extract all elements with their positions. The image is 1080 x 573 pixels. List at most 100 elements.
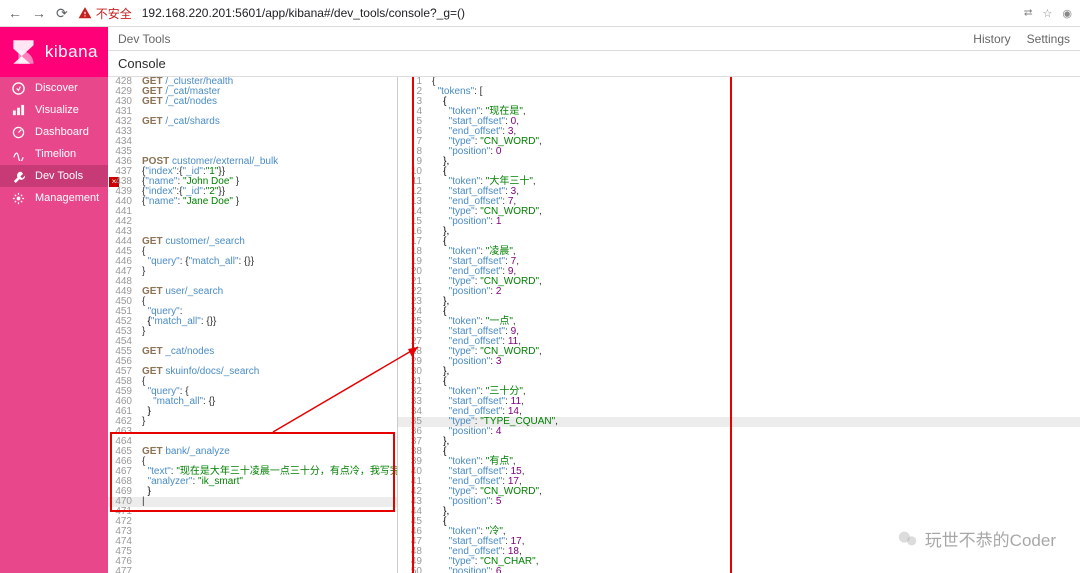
code-line[interactable]: },	[432, 367, 1080, 377]
code-line[interactable]: {	[432, 307, 1080, 317]
code-line[interactable]: "type": "CN_WORD",	[432, 207, 1080, 217]
warning-icon	[78, 6, 92, 20]
code-line[interactable]: }	[142, 407, 397, 417]
code-line[interactable]: "match_all": {}	[142, 397, 397, 407]
code-line[interactable]: GET _cat/nodes	[142, 347, 397, 357]
code-line[interactable]	[142, 517, 397, 527]
code-line[interactable]	[142, 557, 397, 567]
sidebar-item-visualize[interactable]: Visualize	[0, 99, 108, 121]
code-line[interactable]: GET user/_search	[142, 287, 397, 297]
dev-tools-topbar: Dev Tools History Settings	[108, 27, 1080, 51]
code-line[interactable]: "position": 2	[432, 287, 1080, 297]
sidebar-item-label: Discover	[35, 82, 78, 94]
settings-link[interactable]: Settings	[1027, 32, 1070, 46]
translate-icon[interactable]: ⮂	[1024, 7, 1033, 20]
code-line[interactable]: {	[432, 447, 1080, 457]
sidebar-item-discover[interactable]: Discover	[0, 77, 108, 99]
code-line[interactable]	[142, 427, 397, 437]
code-line[interactable]	[142, 127, 397, 137]
kibana-sidebar: kibana Discover VisualizeDashboardTimelio…	[0, 27, 108, 573]
code-line[interactable]: }	[142, 267, 397, 277]
code-line[interactable]: |	[142, 497, 397, 507]
code-line[interactable]	[142, 527, 397, 537]
code-line[interactable]: "token": "一点",	[432, 317, 1080, 327]
nav-icon	[12, 104, 25, 117]
code-line[interactable]: "position": 3	[432, 357, 1080, 367]
code-line[interactable]: "position": 5	[432, 497, 1080, 507]
code-line[interactable]	[142, 137, 397, 147]
wechat-icon	[897, 528, 919, 550]
reload-button[interactable]: ⟳	[56, 5, 68, 22]
code-line[interactable]: "start_offset": 9,	[432, 327, 1080, 337]
code-line[interactable]: },	[432, 157, 1080, 167]
code-line[interactable]: {	[432, 97, 1080, 107]
sidebar-item-dashboard[interactable]: Dashboard	[0, 121, 108, 143]
code-line[interactable]: {"match_all": {}}	[142, 317, 397, 327]
page-title: Dev Tools	[118, 32, 170, 46]
code-line[interactable]: "position": 0	[432, 147, 1080, 157]
forward-button[interactable]: →	[32, 5, 46, 21]
code-line[interactable]: "token": "现在是",	[432, 107, 1080, 117]
address-bar[interactable]: 192.168.220.201:5601/app/kibana#/dev_too…	[142, 6, 465, 20]
sidebar-item-label: Management	[35, 192, 99, 204]
code-line[interactable]: "query": {"match_all": {}}	[142, 257, 397, 267]
nav-icon	[12, 82, 25, 95]
code-line[interactable]: "start_offset": 3,	[432, 187, 1080, 197]
code-line[interactable]: "type": "CN_WORD",	[432, 347, 1080, 357]
code-line[interactable]	[142, 537, 397, 547]
code-line[interactable]: GET skuinfo/docs/_search	[142, 367, 397, 377]
code-line[interactable]: "type": "TYPE_CQUAN",	[432, 417, 1080, 427]
code-line[interactable]: "token": "有点",	[432, 457, 1080, 467]
sidebar-item-dev-tools[interactable]: Dev Tools	[0, 165, 108, 187]
code-line[interactable]: {"name": "Jane Doe" }	[142, 197, 397, 207]
response-viewer[interactable]: 1234567891011121314151617181920212223242…	[398, 77, 1080, 573]
code-line[interactable]: "type": "CN_CHAR",	[432, 557, 1080, 567]
code-line[interactable]: },	[432, 437, 1080, 447]
code-line[interactable]: },	[432, 297, 1080, 307]
code-line[interactable]: }	[142, 487, 397, 497]
kibana-logo[interactable]: kibana	[0, 27, 108, 77]
code-line[interactable]: "position": 6	[432, 567, 1080, 573]
code-line[interactable]	[142, 207, 397, 217]
code-line[interactable]: }	[142, 327, 397, 337]
security-warning[interactable]: 不安全	[78, 5, 132, 22]
nav-icon	[12, 192, 25, 205]
code-line[interactable]	[142, 507, 397, 517]
code-line[interactable]: {	[432, 77, 1080, 87]
code-line[interactable]: "type": "CN_WORD",	[432, 137, 1080, 147]
code-line[interactable]: "type": "CN_WORD",	[432, 277, 1080, 287]
code-line[interactable]: },	[432, 507, 1080, 517]
code-line[interactable]: },	[432, 227, 1080, 237]
code-line[interactable]: GET customer/_search	[142, 237, 397, 247]
console-editors: × 42842943043143243343443543643743843944…	[108, 77, 1080, 573]
code-line[interactable]: "position": 1	[432, 217, 1080, 227]
code-line[interactable]: "token": "凌晨",	[432, 247, 1080, 257]
profile-icon[interactable]: ◉	[1062, 7, 1072, 20]
sidebar-item-timelion[interactable]: Timelion	[0, 143, 108, 165]
code-line[interactable]	[142, 567, 397, 573]
code-line[interactable]: "tokens": [	[432, 87, 1080, 97]
code-line[interactable]: "analyzer": "ik_smart"	[142, 477, 397, 487]
code-line[interactable]: "position": 4	[432, 427, 1080, 437]
code-line[interactable]: "type": "CN_WORD",	[432, 487, 1080, 497]
star-icon[interactable]: ☆	[1043, 7, 1053, 20]
code-line[interactable]	[142, 547, 397, 557]
code-line[interactable]: GET /_cat/nodes	[142, 97, 397, 107]
request-editor[interactable]: × 42842943043143243343443543643743843944…	[108, 77, 398, 573]
code-line[interactable]	[142, 217, 397, 227]
code-line[interactable]: "start_offset": 15,	[432, 467, 1080, 477]
back-button[interactable]: ←	[8, 5, 22, 21]
code-line[interactable]: "token": "三十分",	[432, 387, 1080, 397]
code-line[interactable]: "start_offset": 11,	[432, 397, 1080, 407]
code-line[interactable]: "start_offset": 0,	[432, 117, 1080, 127]
code-line[interactable]: "token": "大年三十",	[432, 177, 1080, 187]
console-tab[interactable]: Console	[108, 51, 1080, 77]
sidebar-item-management[interactable]: Management	[0, 187, 108, 209]
code-line[interactable]: {	[432, 377, 1080, 387]
code-line[interactable]: GET /_cat/shards	[142, 117, 397, 127]
code-line[interactable]: {	[432, 237, 1080, 247]
code-line[interactable]: }	[142, 417, 397, 427]
code-line[interactable]: "start_offset": 7,	[432, 257, 1080, 267]
code-line[interactable]: GET bank/_analyze	[142, 447, 397, 457]
history-link[interactable]: History	[973, 32, 1010, 46]
